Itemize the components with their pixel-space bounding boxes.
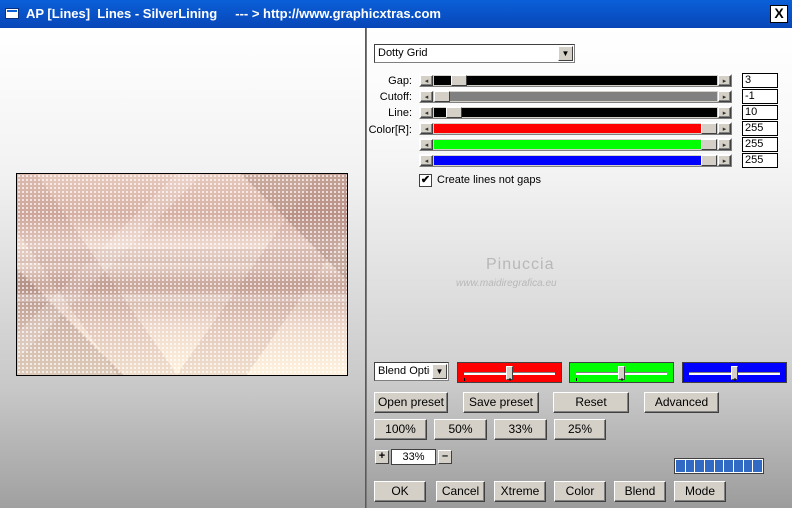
- ok-button[interactable]: OK: [374, 481, 426, 502]
- arrow-right-icon[interactable]: ▸: [718, 107, 731, 118]
- red-slider[interactable]: ◂ ▸: [419, 122, 732, 135]
- preset-dropdown[interactable]: Dotty Grid ▼: [374, 44, 575, 63]
- chevron-down-icon[interactable]: ▼: [558, 46, 573, 61]
- arrow-left-icon[interactable]: ◂: [420, 91, 433, 102]
- save-preset-button[interactable]: Save preset: [463, 392, 539, 413]
- line-slider-thumb[interactable]: [446, 107, 462, 118]
- color-button[interactable]: Color: [554, 481, 606, 502]
- cutoff-value[interactable]: -1: [742, 89, 778, 104]
- gap-slider-thumb[interactable]: [451, 75, 467, 86]
- arrow-right-icon[interactable]: ▸: [718, 91, 731, 102]
- green-blend-slider[interactable]: [569, 362, 674, 383]
- arrow-right-icon[interactable]: ▸: [718, 139, 731, 150]
- line-slider-fill: [434, 108, 717, 117]
- app-window-icon: [5, 8, 19, 19]
- blue-value[interactable]: 255: [742, 153, 778, 168]
- preview-image: [16, 173, 348, 376]
- blue-blend-slider[interactable]: [682, 362, 787, 383]
- cutoff-slider-thumb[interactable]: [434, 91, 450, 102]
- red-slider-fill: [434, 124, 701, 133]
- blue-slider-thumb[interactable]: [701, 155, 717, 166]
- arrow-left-icon[interactable]: ◂: [420, 75, 433, 86]
- zoom-25-button[interactable]: 25%: [554, 419, 606, 440]
- cancel-button[interactable]: Cancel: [436, 481, 485, 502]
- arrow-left-icon[interactable]: ◂: [420, 123, 433, 134]
- progress-bar: [674, 458, 764, 474]
- preview-pane: [0, 28, 365, 508]
- gap-value[interactable]: 3: [742, 73, 778, 88]
- gap-slider-fill: [434, 76, 717, 85]
- color-r-label: Color[R]:: [368, 124, 412, 136]
- gap-label: Gap:: [388, 75, 412, 87]
- window-title: AP [Lines] Lines - SilverLining --- > ht…: [26, 6, 441, 21]
- arrow-right-icon[interactable]: ▸: [718, 155, 731, 166]
- arrow-left-icon[interactable]: ◂: [420, 107, 433, 118]
- gap-slider[interactable]: ◂ ▸: [419, 74, 732, 87]
- advanced-button[interactable]: Advanced: [644, 392, 719, 413]
- red-slider-thumb[interactable]: [701, 123, 717, 134]
- arrow-left-icon[interactable]: ◂: [420, 139, 433, 150]
- line-slider[interactable]: ◂ ▸: [419, 106, 732, 119]
- line-value[interactable]: 10: [742, 105, 778, 120]
- blend-options-dropdown[interactable]: Blend Optio ▼: [374, 362, 449, 381]
- blue-slider[interactable]: ◂ ▸: [419, 154, 732, 167]
- zoom-100-button[interactable]: 100%: [374, 419, 427, 440]
- watermark-name: Pinuccia: [486, 256, 555, 273]
- zoom-in-button[interactable]: +: [375, 450, 389, 464]
- green-slider[interactable]: ◂ ▸: [419, 138, 732, 151]
- zoom-50-button[interactable]: 50%: [434, 419, 487, 440]
- arrow-left-icon[interactable]: ◂: [420, 155, 433, 166]
- blend-button[interactable]: Blend: [614, 481, 666, 502]
- open-preset-button[interactable]: Open preset: [374, 392, 448, 413]
- arrow-right-icon[interactable]: ▸: [718, 75, 731, 86]
- blend-options-value: Blend Optio: [378, 365, 430, 377]
- cutoff-slider[interactable]: ◂ ▸: [419, 90, 732, 103]
- watermark-url: www.maidiregrafica.eu: [456, 278, 557, 289]
- cutoff-slider-fill: [450, 92, 717, 101]
- xtreme-button[interactable]: Xtreme: [494, 481, 546, 502]
- mode-button[interactable]: Mode: [674, 481, 726, 502]
- green-slider-thumb[interactable]: [701, 139, 717, 150]
- close-icon[interactable]: X: [770, 5, 788, 23]
- zoom-level-field[interactable]: 33%: [391, 449, 436, 465]
- create-lines-checkbox[interactable]: ✔: [419, 174, 432, 187]
- zoom-33-button[interactable]: 33%: [494, 419, 547, 440]
- zoom-out-button[interactable]: –: [438, 450, 452, 464]
- preset-dropdown-value: Dotty Grid: [378, 47, 428, 59]
- title-bar: AP [Lines] Lines - SilverLining --- > ht…: [0, 0, 792, 28]
- green-value[interactable]: 255: [742, 137, 778, 152]
- blue-slider-fill: [434, 156, 701, 165]
- create-lines-label: Create lines not gaps: [437, 174, 541, 186]
- green-slider-fill: [434, 140, 701, 149]
- line-label: Line:: [388, 107, 412, 119]
- reset-button[interactable]: Reset: [553, 392, 629, 413]
- cutoff-label: Cutoff:: [379, 91, 412, 103]
- chevron-down-icon[interactable]: ▼: [432, 364, 447, 379]
- arrow-right-icon[interactable]: ▸: [718, 123, 731, 134]
- red-blend-slider[interactable]: [457, 362, 562, 383]
- red-value[interactable]: 255: [742, 121, 778, 136]
